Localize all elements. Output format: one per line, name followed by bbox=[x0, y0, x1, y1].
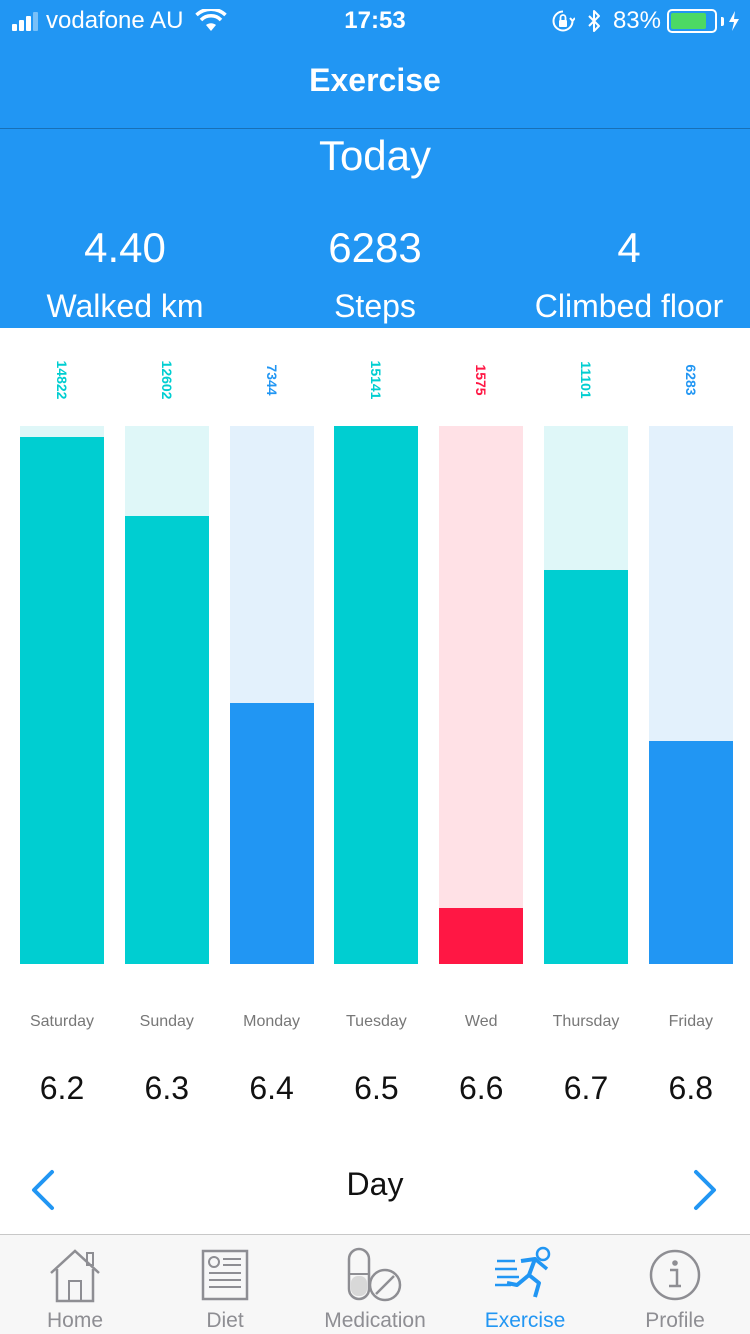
stat-value: 4.40 bbox=[84, 224, 166, 271]
period-title: Today bbox=[318, 132, 432, 179]
orientation-lock-icon bbox=[552, 10, 575, 32]
bar-value-label: 6283 bbox=[682, 364, 699, 396]
nav-divider bbox=[0, 128, 750, 129]
bar-column: 7344 bbox=[229, 328, 314, 1028]
stat-steps: 6283 Steps bbox=[250, 222, 500, 326]
bar-track bbox=[439, 426, 524, 964]
bar bbox=[648, 741, 733, 964]
date-label: 6.4 bbox=[249, 1070, 294, 1106]
tab-diet[interactable]: Diet bbox=[150, 1235, 300, 1334]
stat-label: Climbed floor bbox=[534, 288, 724, 324]
bar-value-label: 1575 bbox=[473, 364, 490, 396]
stat-climbed-floor: 4 Climbed floor bbox=[504, 222, 750, 326]
bar bbox=[544, 570, 628, 964]
bar-track bbox=[20, 426, 104, 964]
bar-column: 11101 bbox=[544, 328, 628, 1028]
next-period-button[interactable] bbox=[684, 1168, 724, 1212]
status-bar: vodafone AU 17:53 83% bbox=[0, 0, 750, 40]
battery-cap bbox=[721, 16, 724, 26]
stat-walked-km: 4.40 Walked km bbox=[0, 222, 250, 326]
bar-track bbox=[648, 426, 733, 964]
bar-column: 14822 bbox=[20, 328, 104, 1028]
stat-label: Walked km bbox=[46, 288, 204, 324]
bar bbox=[334, 426, 419, 964]
stat-label: Steps bbox=[334, 288, 416, 324]
tab-bar: Home Diet Medication Exercise Profile bbox=[0, 1234, 750, 1334]
tab-exercise[interactable]: Exercise bbox=[450, 1235, 600, 1334]
tab-label: Home bbox=[46, 1309, 104, 1332]
bar-value-label: 11101 bbox=[578, 361, 594, 399]
bar-track bbox=[544, 426, 628, 964]
bar bbox=[124, 516, 209, 964]
medication-icon bbox=[345, 1245, 405, 1305]
date-label: 6.8 bbox=[668, 1070, 714, 1106]
bar-value-label: 12602 bbox=[158, 360, 175, 400]
tab-label: Profile bbox=[645, 1309, 705, 1332]
bluetooth-icon bbox=[588, 10, 600, 32]
date-label: 6.2 bbox=[39, 1070, 85, 1106]
bar bbox=[20, 437, 104, 964]
bar-value-label: 15141 bbox=[368, 360, 385, 400]
tab-home[interactable]: Home bbox=[0, 1235, 150, 1334]
date-label: 6.5 bbox=[354, 1070, 399, 1106]
bar-column: 12602 bbox=[124, 328, 209, 1028]
bar-track bbox=[229, 426, 314, 964]
tab-label: Diet bbox=[206, 1309, 244, 1332]
bar-column: 1575 bbox=[439, 328, 524, 1028]
charging-icon bbox=[729, 11, 739, 31]
diet-icon bbox=[195, 1245, 255, 1305]
tab-medication[interactable]: Medication bbox=[300, 1235, 450, 1334]
battery-percent: 83% bbox=[612, 7, 661, 34]
date-label: 6.3 bbox=[144, 1070, 190, 1106]
date-row: 6.2 6.3 6.4 6.5 6.6 6.7 6.8 bbox=[0, 1070, 750, 1120]
date-label: 6.7 bbox=[563, 1070, 609, 1106]
date-label: 6.6 bbox=[458, 1070, 504, 1106]
bar-track bbox=[124, 426, 209, 964]
profile-icon bbox=[645, 1245, 705, 1305]
bar-column: 6283 bbox=[648, 328, 733, 1028]
bar-value-label: 14822 bbox=[54, 360, 70, 400]
period-label: Day bbox=[346, 1166, 404, 1202]
bar-track bbox=[334, 426, 419, 964]
exercise-icon bbox=[495, 1245, 555, 1305]
tab-label: Medication bbox=[324, 1309, 426, 1332]
bar bbox=[229, 703, 314, 964]
tab-profile[interactable]: Profile bbox=[600, 1235, 750, 1334]
period-navigation: Day bbox=[0, 1160, 750, 1220]
stat-value: 4 bbox=[617, 224, 641, 271]
page-title: Exercise bbox=[309, 62, 441, 98]
header: vodafone AU 17:53 83% Exercise Today 4.4… bbox=[0, 0, 750, 328]
chevron-right-icon bbox=[694, 1170, 716, 1210]
bar-value-label: 7344 bbox=[263, 364, 280, 396]
bar bbox=[439, 908, 524, 964]
battery-icon bbox=[667, 9, 717, 33]
bar-column: 15141 bbox=[334, 328, 419, 1028]
steps-bar-chart: 14822 Saturday 12602 Sunday 7344 Monday 15141 T… bbox=[0, 328, 750, 1030]
tab-label: Exercise bbox=[484, 1309, 566, 1332]
home-icon bbox=[45, 1245, 105, 1305]
day-label: Friday bbox=[668, 1013, 714, 1030]
stat-value: 6283 bbox=[328, 224, 422, 271]
